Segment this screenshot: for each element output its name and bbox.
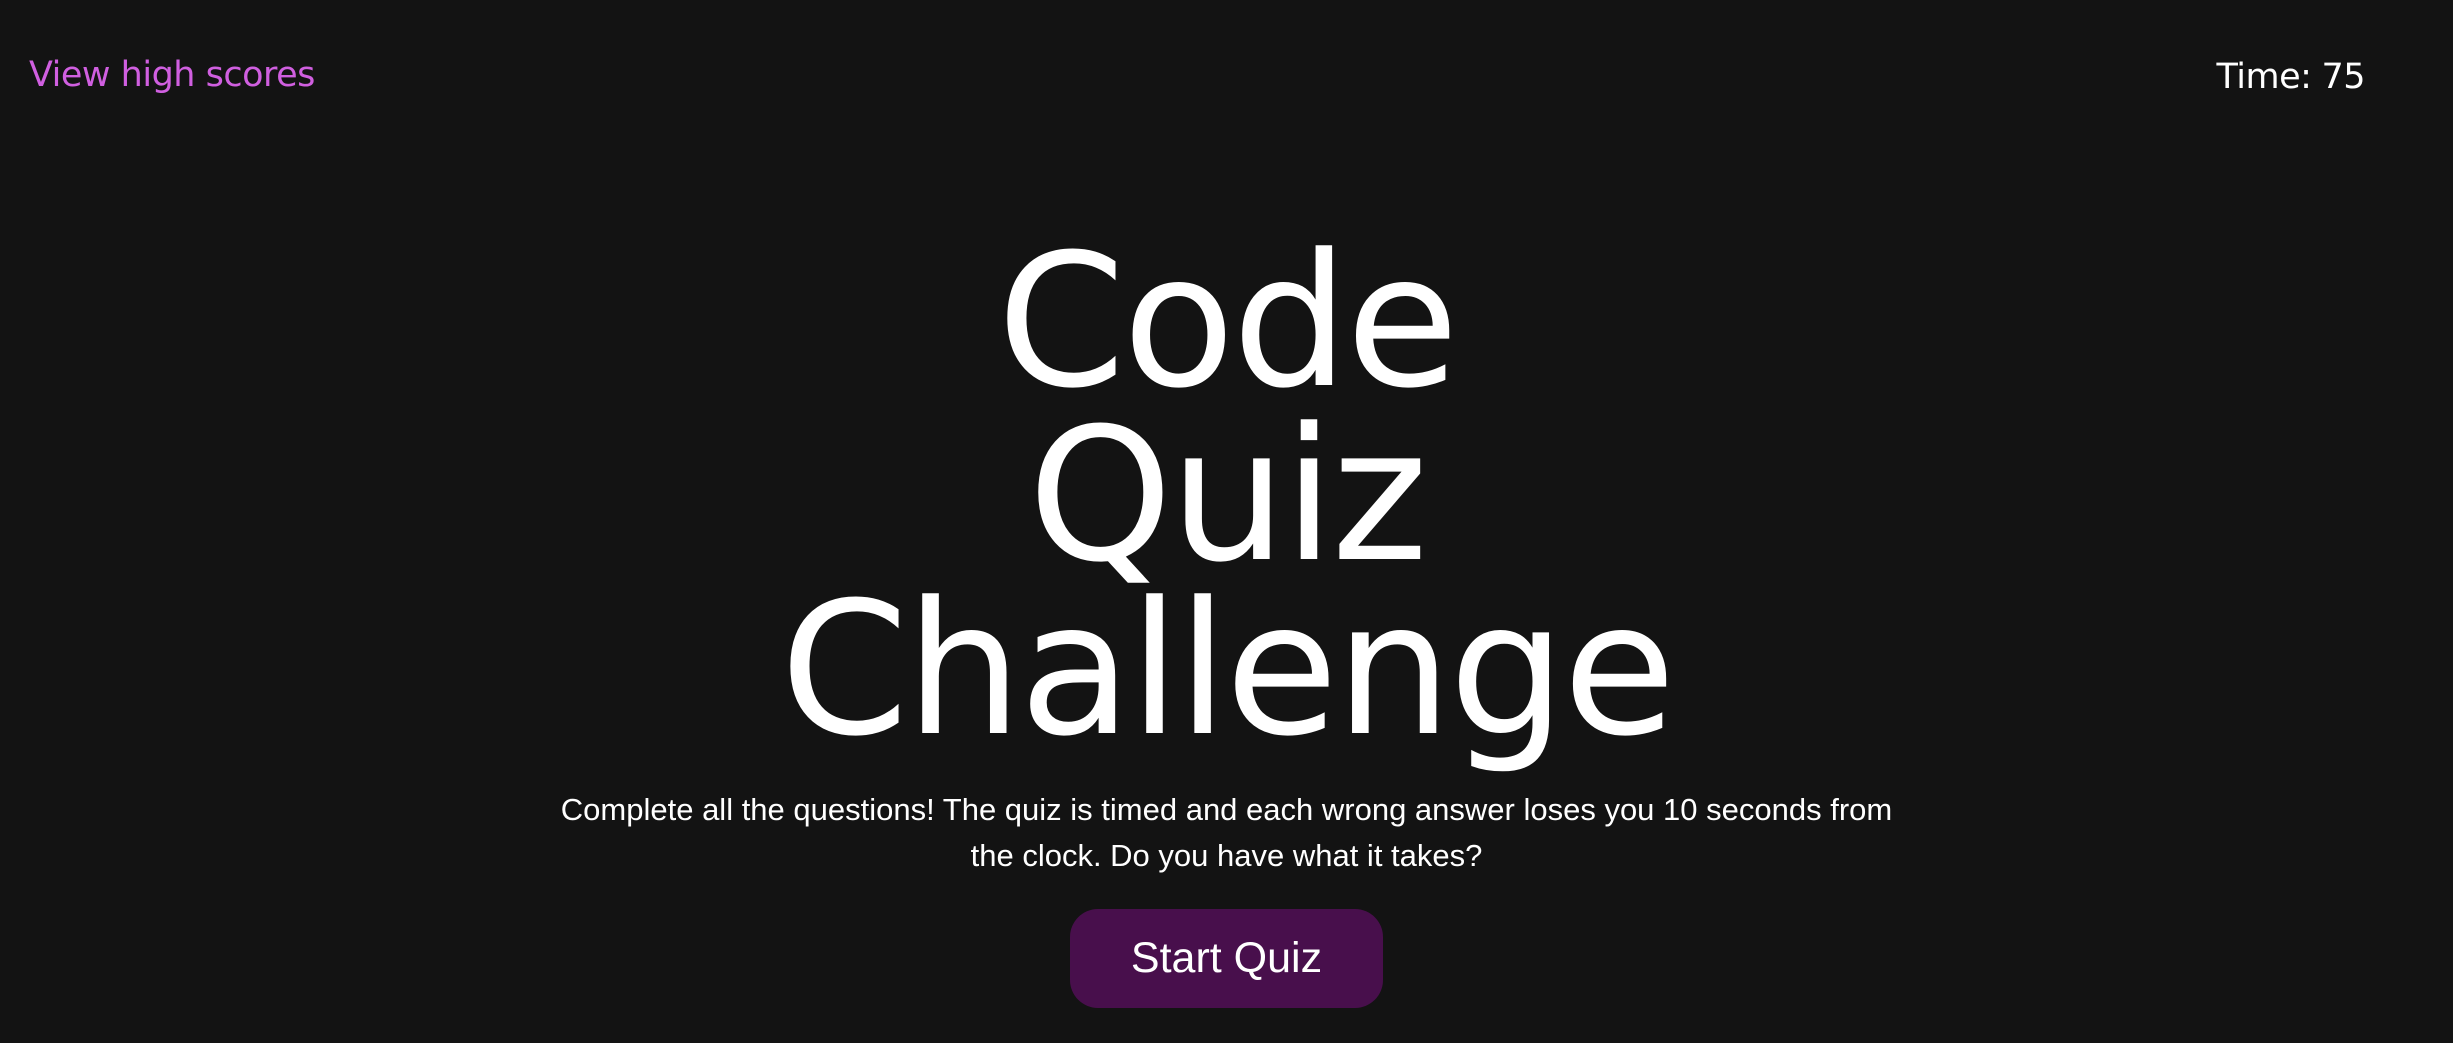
quiz-description: Complete all the questions! The quiz is …: [560, 792, 1893, 873]
timer: Time: 75: [2217, 60, 2366, 95]
timer-value: 75: [2321, 57, 2365, 97]
top-bar: View high scores Time: 75: [0, 0, 2453, 160]
view-high-scores-link[interactable]: View high scores: [29, 58, 315, 93]
start-quiz-button[interactable]: Start Quiz: [1070, 909, 1383, 1008]
quiz-page: View high scores Time: 75 Code Quiz Chall…: [0, 0, 2453, 1043]
start-screen: Code Quiz Challenge Complete all the que…: [0, 230, 2453, 1008]
page-title: Code Quiz Challenge: [777, 230, 1677, 762]
title-line-2: Challenge: [780, 563, 1676, 777]
timer-label: Time:: [2216, 57, 2312, 97]
title-line-1: Code Quiz: [996, 215, 1459, 603]
